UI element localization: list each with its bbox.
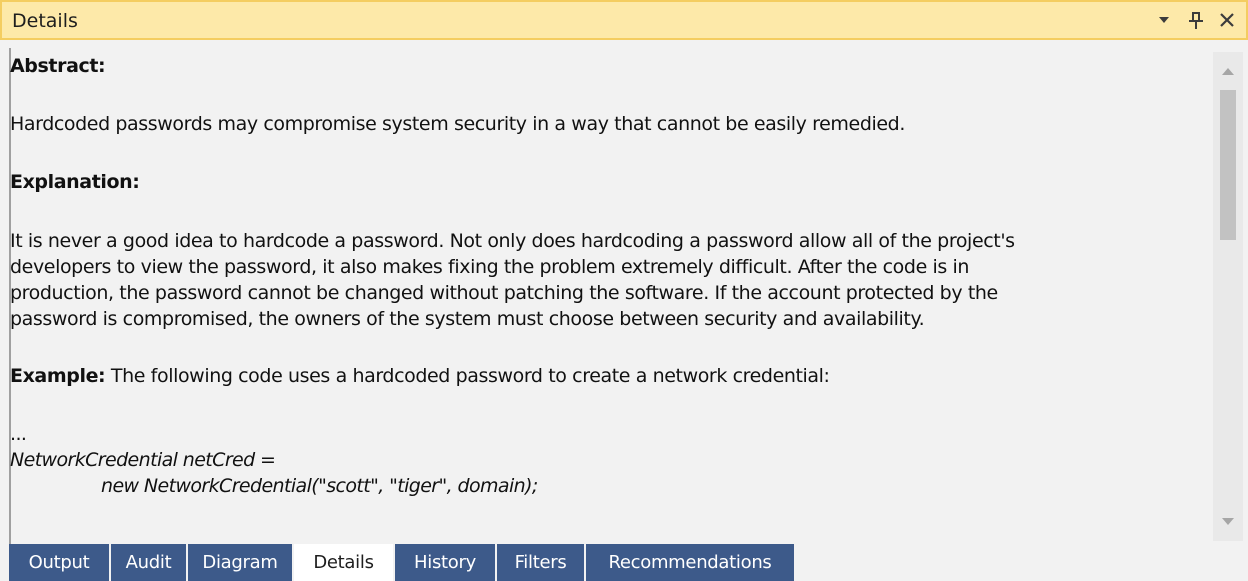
panel-title: Details [12,10,78,32]
tab-audit[interactable]: Audit [111,544,186,581]
tab-recommendations[interactable]: Recommendations [586,544,794,581]
explanation-heading: Explanation: [10,171,140,193]
window-position-dropdown-button[interactable] [1151,6,1177,34]
abstract-text: Hardcoded passwords may compromise syste… [10,113,905,135]
scroll-down-button[interactable] [1213,507,1243,537]
explanation-line: developers to view the password, it also… [10,256,970,278]
abstract-heading: Abstract: [10,55,106,77]
arrow-down-icon [1222,518,1234,525]
explanation-line: production, the password cannot be chang… [10,282,998,304]
panel-title-bar[interactable]: Details [0,0,1248,40]
arrow-up-icon [1222,68,1234,75]
scroll-thumb[interactable] [1220,90,1236,240]
bottom-tab-bar: Output Audit Diagram Details History Fil… [0,544,1248,581]
auto-hide-pin-button[interactable] [1183,6,1209,34]
close-icon [1220,13,1234,27]
scroll-up-button[interactable] [1213,56,1243,86]
vertical-scrollbar[interactable] [1213,52,1243,541]
explanation-text: It is never a good idea to hardcode a pa… [10,228,1210,332]
tab-output[interactable]: Output [9,544,109,581]
example-paragraph: Example: The following code uses a hardc… [10,363,1210,389]
tab-diagram[interactable]: Diagram [188,544,292,581]
pin-icon [1189,12,1203,29]
code-sample: ... NetworkCredential netCred = new Netw… [10,421,1210,499]
tab-details[interactable]: Details [294,544,393,581]
close-panel-button[interactable] [1214,6,1240,34]
example-text: The following code uses a hardcoded pass… [105,365,830,387]
chevron-down-icon [1159,17,1169,23]
details-panel: Details Abstract: Hardcoded passwords ma… [0,0,1248,581]
tab-history[interactable]: History [395,544,495,581]
explanation-line: It is never a good idea to hardcode a pa… [10,230,1015,252]
code-line: NetworkCredential netCred = [10,449,276,471]
explanation-line: password is compromised, the owners of t… [10,308,925,330]
code-line: ... [10,423,27,445]
details-content: Abstract: Hardcoded passwords may compro… [10,55,1210,542]
example-heading: Example: [10,365,106,387]
tab-filters[interactable]: Filters [497,544,584,581]
code-line: new NetworkCredential("scott", "tiger", … [101,475,538,497]
